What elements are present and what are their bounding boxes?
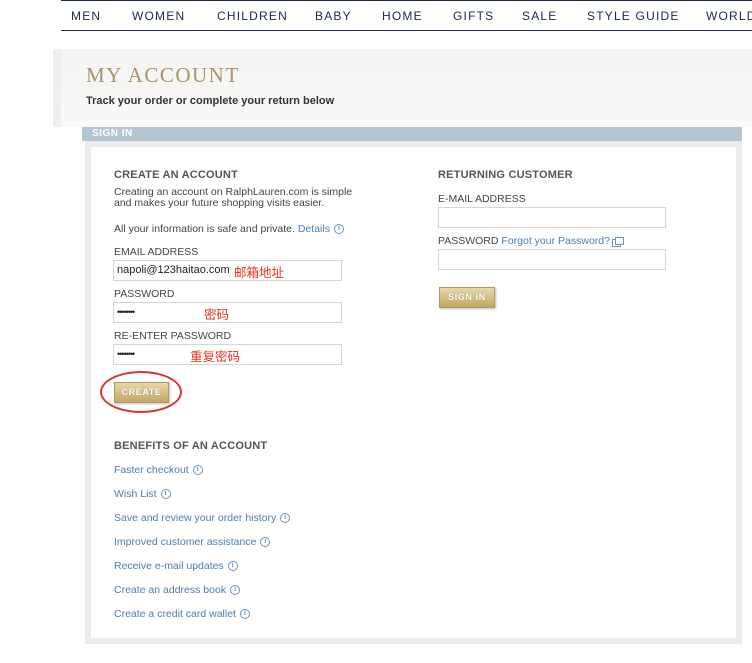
info-icon[interactable]: i <box>260 537 271 548</box>
password-label: PASSWORD <box>114 288 175 300</box>
safe-private-line: All your information is safe and private… <box>114 224 384 235</box>
safe-private-text: All your information is safe and private… <box>114 223 295 235</box>
benefit-item-faster-checkout: Faster checkout i <box>114 464 203 476</box>
signin-bar: SIGN IN <box>82 127 742 141</box>
nav-item-gifts[interactable]: GIFTS <box>453 9 494 23</box>
benefit-item-order-history: Save and review your order history i <box>114 512 291 524</box>
create-account-description: Creating an account on RalphLauren.com i… <box>114 186 353 209</box>
password-annotation: 密码 <box>204 307 230 322</box>
signin-bar-label: SIGN IN <box>92 128 133 139</box>
details-link[interactable]: Details <box>298 223 330 235</box>
benefit-link[interactable]: Receive e-mail updates <box>114 560 224 572</box>
info-icon[interactable]: i <box>333 224 344 235</box>
page-title: MY ACCOUNT <box>86 63 240 87</box>
benefit-item-address-book: Create an address book i <box>114 584 241 596</box>
popup-window-icon[interactable] <box>611 236 624 247</box>
info-icon[interactable]: i <box>160 489 171 500</box>
benefit-link[interactable]: Create a credit card wallet <box>114 608 236 620</box>
create-account-heading: CREATE AN ACCOUNT <box>114 169 238 181</box>
forgot-password-link[interactable]: Forgot your Password? <box>501 235 610 247</box>
info-icon[interactable]: i <box>192 465 203 476</box>
benefits-heading: BENEFITS OF AN ACCOUNT <box>114 440 268 452</box>
nav-item-sale[interactable]: SALE <box>522 9 558 23</box>
returning-email-label: E-MAIL ADDRESS <box>438 193 526 205</box>
nav-item-children[interactable]: CHILDREN <box>217 9 288 23</box>
info-icon[interactable]: i <box>230 585 241 596</box>
benefit-link[interactable]: Faster checkout <box>114 464 189 476</box>
reenter-password-label: RE-ENTER PASSWORD <box>114 330 232 342</box>
create-button[interactable]: CREATE <box>114 382 169 403</box>
benefit-item-wish-list: Wish List i <box>114 488 171 500</box>
top-nav: MEN WOMEN CHILDREN BABY HOME GIFTS SALE … <box>61 0 752 31</box>
benefit-link[interactable]: Save and review your order history <box>114 512 276 524</box>
nav-item-women[interactable]: WOMEN <box>132 9 185 23</box>
returning-password-label: PASSWORD <box>438 235 499 247</box>
benefit-link[interactable]: Create an address book <box>114 584 226 596</box>
page-subtitle: Track your order or complete your return… <box>86 95 335 107</box>
info-icon[interactable]: i <box>280 513 291 524</box>
reenter-password-annotation: 重复密码 <box>190 349 241 364</box>
benefit-link[interactable]: Wish List <box>114 488 157 500</box>
benefit-item-customer-assistance: Improved customer assistance i <box>114 536 271 548</box>
nav-item-home[interactable]: HOME <box>382 9 423 23</box>
nav-item-baby[interactable]: BABY <box>315 9 352 23</box>
info-icon[interactable]: i <box>227 561 238 572</box>
account-header: MY ACCOUNT Track your order or complete … <box>53 49 752 127</box>
signin-button[interactable]: SIGN IN <box>439 287 495 308</box>
email-annotation: 邮箱地址 <box>234 265 285 280</box>
email-label: EMAIL ADDRESS <box>114 246 199 258</box>
nav-item-style-guide[interactable]: STYLE GUIDE <box>587 9 680 23</box>
info-icon[interactable]: i <box>239 609 250 620</box>
header-shade <box>53 49 61 127</box>
email-field[interactable]: napoli@123haitao.com <box>113 260 342 281</box>
returning-password-row: PASSWORD Forgot your Password? <box>438 235 624 247</box>
returning-customer-heading: RETURNING CUSTOMER <box>438 169 573 181</box>
benefit-item-card-wallet: Create a credit card wallet i <box>114 608 250 620</box>
benefit-link[interactable]: Improved customer assistance <box>114 536 256 548</box>
returning-email-field[interactable] <box>438 207 666 228</box>
returning-password-field[interactable] <box>438 249 666 270</box>
nav-item-world[interactable]: WORLD <box>706 9 752 23</box>
benefit-item-email-updates: Receive e-mail updates i <box>114 560 238 572</box>
nav-item-men[interactable]: MEN <box>71 9 101 23</box>
